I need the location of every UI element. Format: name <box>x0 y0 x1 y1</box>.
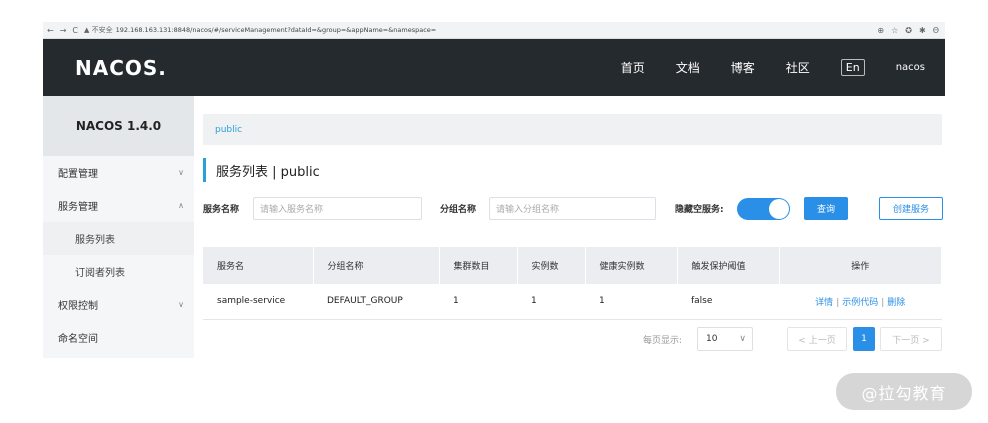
col-group: 分组名称 <box>313 247 440 284</box>
reload-icon[interactable]: C <box>72 26 78 35</box>
top-nav: 首页 文档 博客 社区 En nacos <box>590 59 925 76</box>
namespace-breadcrumb[interactable]: public <box>203 114 942 145</box>
sidebar-item-service[interactable]: 服务管理 ∧ <box>43 189 194 222</box>
group-name-input[interactable]: 请输入分组名称 <box>489 197 656 220</box>
table-header-row: 服务名 分组名称 集群数目 实例数 健康实例数 触发保护阈值 操作 <box>203 247 942 284</box>
chevron-up-icon: ∧ <box>178 201 184 210</box>
prev-page-button[interactable]: < 上一页 <box>787 327 847 351</box>
col-service: 服务名 <box>203 247 314 284</box>
browser-nav: ← → C <box>43 26 84 35</box>
browser-tools: ⊕ ☆ ✪ ✱ Θ <box>877 26 945 35</box>
cell-service: sample-service <box>203 284 313 320</box>
page-title: 服务列表 | public <box>203 158 320 182</box>
service-name-input[interactable]: 请输入服务名称 <box>253 197 422 220</box>
chevron-down-icon: ∨ <box>178 300 184 309</box>
nav-home[interactable]: 首页 <box>621 59 645 76</box>
sidebar-item-label: 命名空间 <box>58 334 98 345</box>
sample-code-link[interactable]: 示例代码 <box>842 298 878 308</box>
puzzle-icon[interactable]: ✱ <box>919 26 926 35</box>
sidebar-item-service-list[interactable]: 服务列表 <box>43 222 194 255</box>
group-name-label: 分组名称 <box>440 205 477 215</box>
nav-docs[interactable]: 文档 <box>676 59 700 76</box>
sidebar-title: NACOS 1.4.0 <box>43 96 194 156</box>
separator: | <box>881 297 885 308</box>
cell-group: DEFAULT_GROUP <box>313 284 439 320</box>
address-bar[interactable]: 192.168.163.131:8848/nacos/#/serviceMana… <box>116 26 878 34</box>
user-menu[interactable]: nacos <box>896 62 925 73</box>
toggle-knob <box>769 199 789 219</box>
bookmark-icon[interactable]: ☆ <box>891 26 898 35</box>
sidebar-item-config[interactable]: 配置管理 ∨ <box>43 156 194 189</box>
col-instances: 实例数 <box>517 247 586 284</box>
table-row: sample-service DEFAULT_GROUP 1 1 1 false… <box>203 284 942 320</box>
current-page-button[interactable]: 1 <box>853 327 875 351</box>
nav-blog[interactable]: 博客 <box>731 59 755 76</box>
hide-empty-toggle[interactable] <box>737 198 790 220</box>
next-page-button[interactable]: 下一页 > <box>880 327 942 351</box>
col-threshold: 触发保护阈值 <box>677 247 780 284</box>
cell-ops: 详情 | 示例代码 | 删除 <box>779 284 942 320</box>
service-name-label: 服务名称 <box>203 205 240 215</box>
top-navbar: NACOS. 首页 文档 博客 社区 En nacos <box>43 39 945 96</box>
query-button[interactable]: 查询 <box>804 197 848 220</box>
chevron-down-icon: ∨ <box>739 334 746 344</box>
chevron-down-icon: ∨ <box>178 168 184 177</box>
sidebar-item-label: 服务管理 <box>58 202 98 213</box>
page-size-value: 10 <box>706 334 718 344</box>
profile-icon[interactable]: Θ <box>933 26 939 35</box>
cell-clusters: 1 <box>439 284 517 320</box>
col-healthy: 健康实例数 <box>585 247 678 284</box>
separator: | <box>836 297 840 308</box>
detail-link[interactable]: 详情 <box>815 298 833 308</box>
cell-instances: 1 <box>517 284 585 320</box>
col-ops: 操作 <box>779 247 942 284</box>
sidebar-item-auth[interactable]: 权限控制 ∨ <box>43 288 194 321</box>
create-service-button[interactable]: 创建服务 <box>879 197 943 220</box>
sidebar: NACOS 1.4.0 配置管理 ∨ 服务管理 ∧ 服务列表 订阅者列表 权限控… <box>43 96 194 358</box>
browser-toolbar: ← → C ▲ 不安全 192.168.163.131:8848/nacos/#… <box>43 22 945 39</box>
extension-icon[interactable]: ✪ <box>905 26 912 35</box>
sidebar-item-label: 配置管理 <box>58 169 98 180</box>
sidebar-item-label: 订阅者列表 <box>75 268 125 279</box>
filter-bar: 服务名称 请输入服务名称 分组名称 请输入分组名称 隐藏空服务: 查询 创建服务 <box>203 197 943 221</box>
cell-healthy: 1 <box>585 284 677 320</box>
delete-link[interactable]: 删除 <box>887 298 905 308</box>
page-size-label: 每页显示: <box>643 336 683 346</box>
back-icon[interactable]: ← <box>47 26 54 35</box>
watermark: @拉勾教育 <box>836 373 972 410</box>
namespace-public[interactable]: public <box>215 125 242 135</box>
language-switch[interactable]: En <box>840 59 865 76</box>
security-warning[interactable]: ▲ 不安全 <box>84 25 113 35</box>
forward-icon[interactable]: → <box>60 26 67 35</box>
service-table: 服务名 分组名称 集群数目 实例数 健康实例数 触发保护阈值 操作 sample… <box>203 247 942 320</box>
sidebar-item-label: 权限控制 <box>58 301 98 312</box>
sidebar-item-label: 服务列表 <box>75 235 115 246</box>
sidebar-item-subscribers[interactable]: 订阅者列表 <box>43 255 194 288</box>
nav-community[interactable]: 社区 <box>786 59 810 76</box>
col-clusters: 集群数目 <box>439 247 518 284</box>
zoom-icon[interactable]: ⊕ <box>877 26 884 35</box>
sidebar-item-namespace[interactable]: 命名空间 <box>43 321 194 354</box>
hide-empty-label: 隐藏空服务: <box>675 205 724 215</box>
nacos-logo[interactable]: NACOS. <box>75 56 167 80</box>
cell-threshold: false <box>677 284 779 320</box>
page-size-select[interactable]: 10 ∨ <box>697 327 753 351</box>
